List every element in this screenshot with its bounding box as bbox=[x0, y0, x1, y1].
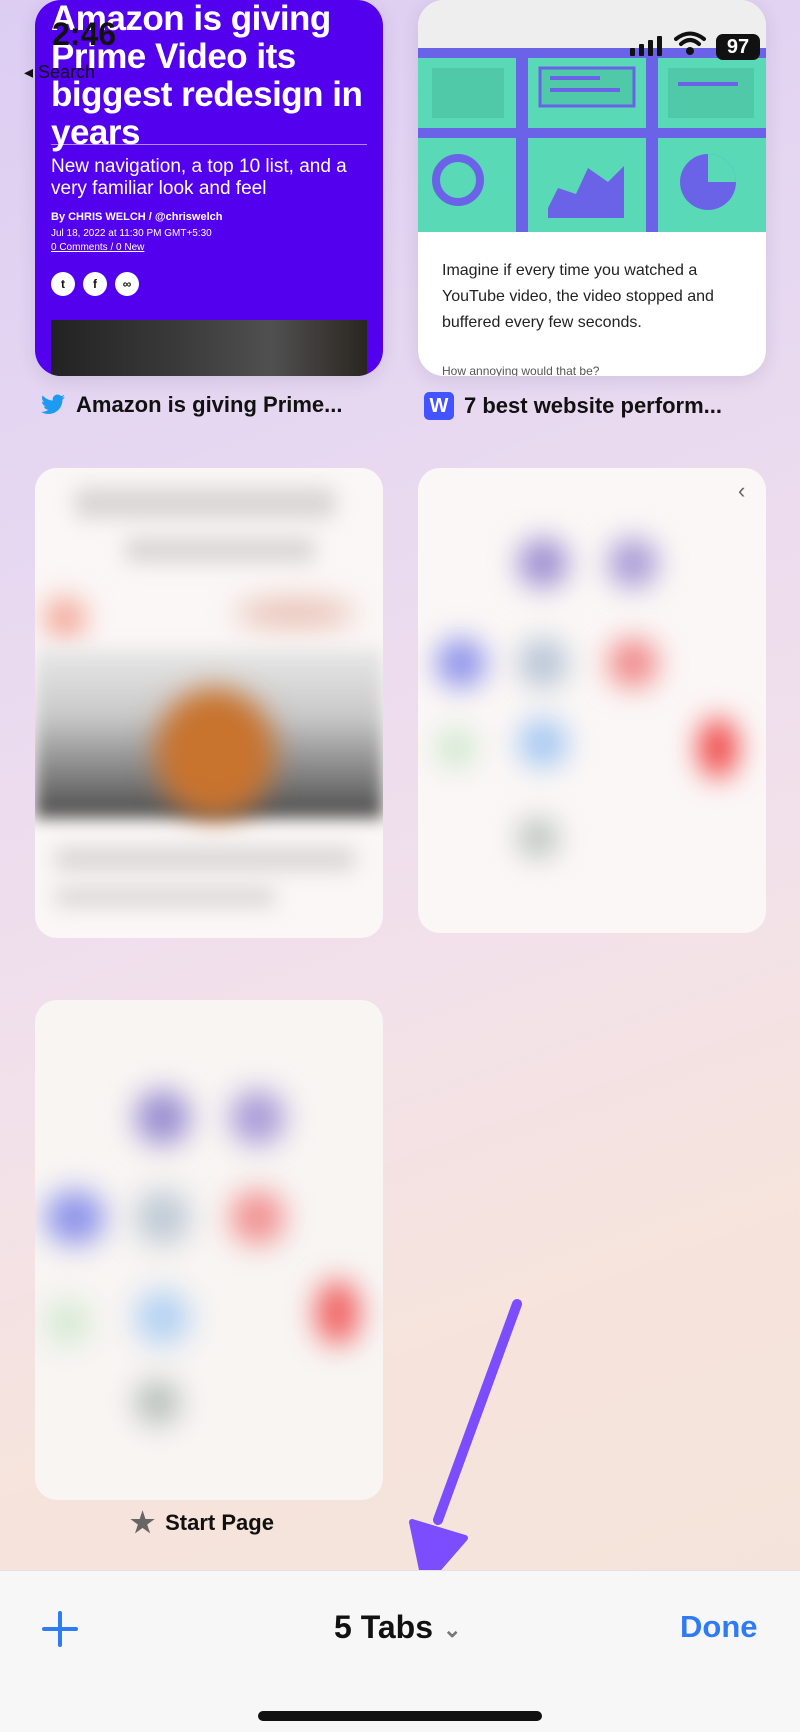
new-tab-button[interactable] bbox=[38, 1607, 82, 1651]
tab-count-label: 5 Tabs bbox=[334, 1609, 433, 1645]
tab-groups-button[interactable]: 5 Tabs ⌄ bbox=[334, 1609, 461, 1646]
home-indicator bbox=[258, 1711, 542, 1721]
status-bar: 2:46 ◂ Search 97 bbox=[0, 0, 800, 90]
cellular-signal-icon bbox=[630, 36, 662, 56]
chevron-down-icon: ⌄ bbox=[443, 1616, 462, 1642]
status-time: 2:46 bbox=[52, 16, 117, 52]
wifi-icon bbox=[674, 31, 706, 55]
tab-toolbar: 5 Tabs ⌄ Done bbox=[0, 1570, 800, 1732]
annotation-arrow bbox=[409, 1299, 522, 1587]
battery-icon: 97 bbox=[716, 34, 760, 60]
back-to-search-link[interactable]: ◂ Search bbox=[24, 62, 95, 83]
done-button[interactable]: Done bbox=[680, 1609, 758, 1645]
